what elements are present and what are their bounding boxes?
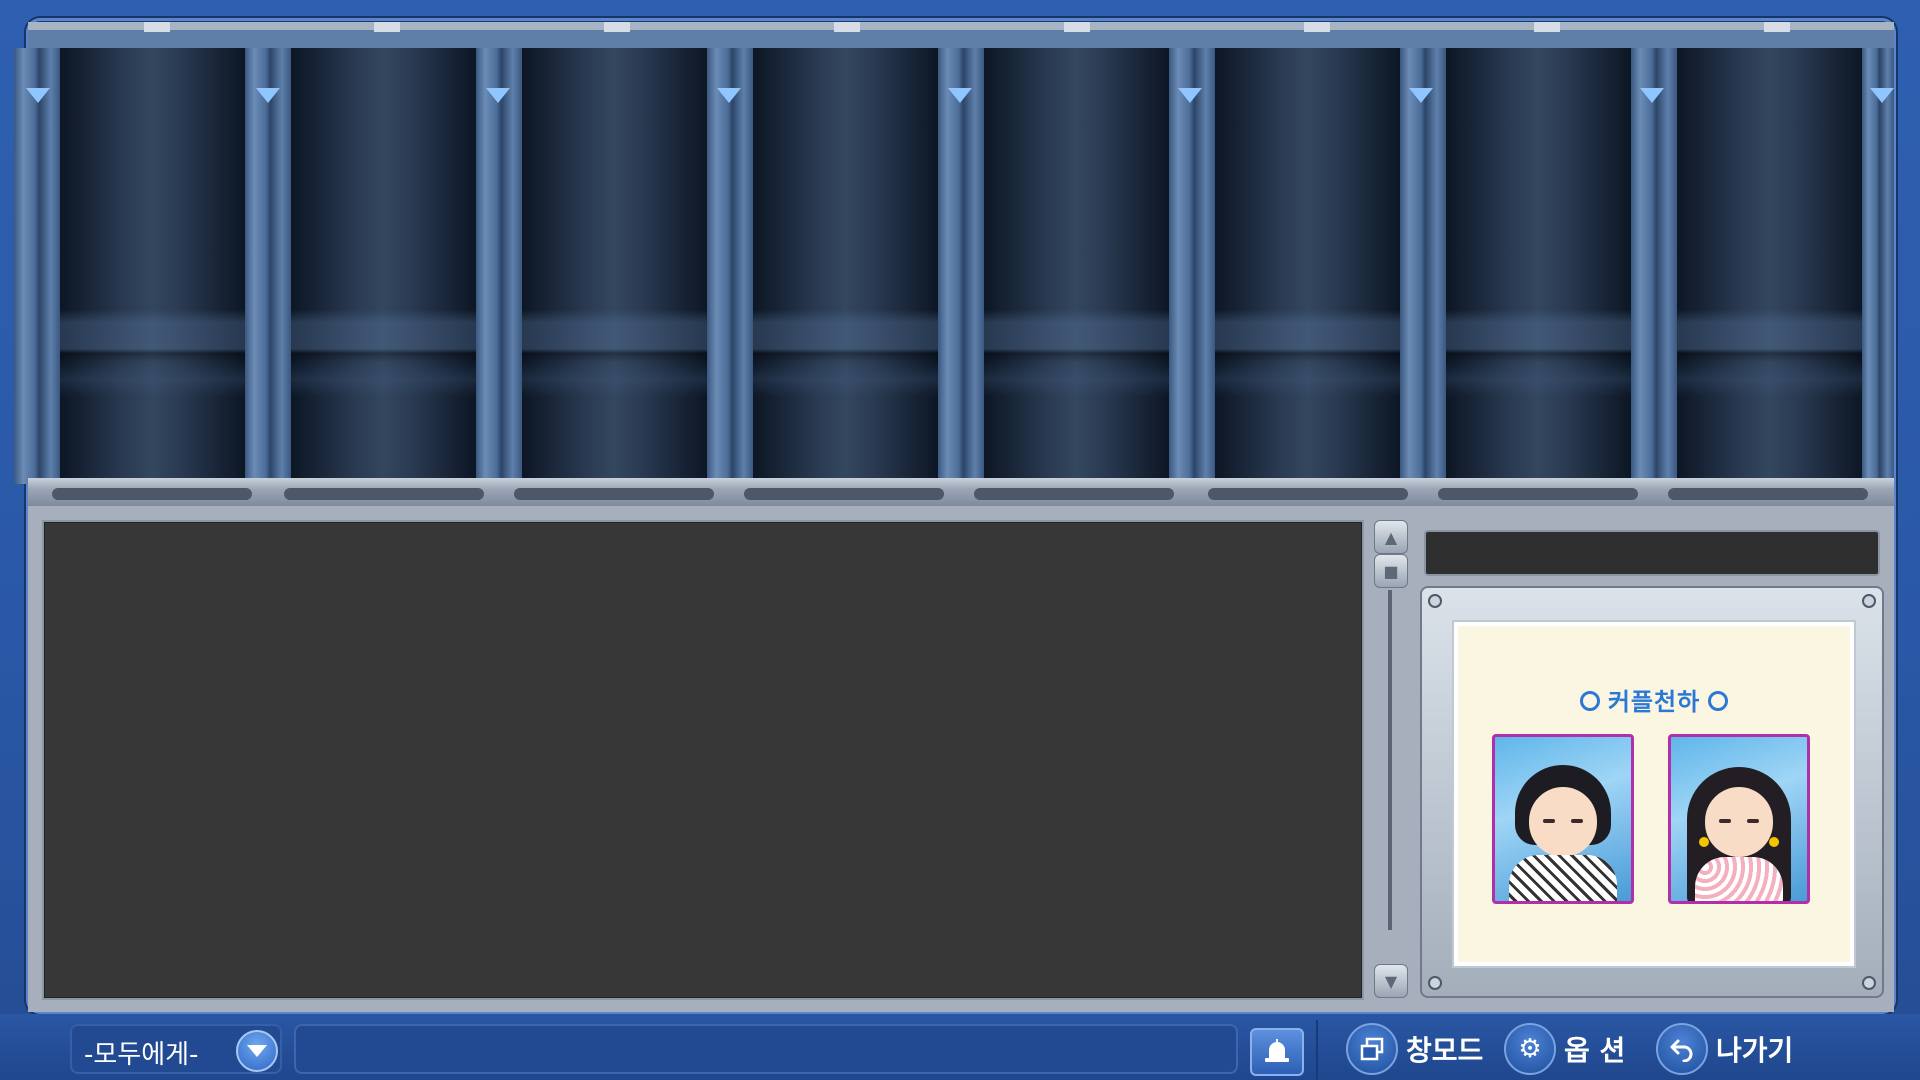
couple-title-row: 커플천하 [1458, 682, 1850, 717]
player-slot-8[interactable] [1677, 48, 1862, 484]
slot-divider [1169, 48, 1215, 484]
player-slots-panel [14, 22, 1894, 488]
frame-notch [1534, 22, 1560, 32]
back-arrow-icon [1656, 1023, 1708, 1075]
earring-icon [1699, 837, 1709, 847]
rail-segment [1438, 488, 1638, 500]
slot-arrow-icon [1409, 88, 1433, 103]
couple-card-frame: 커플천하 [1420, 586, 1884, 998]
chevron-down-icon[interactable] [236, 1030, 278, 1072]
window-mode-button[interactable]: 창모드 [1346, 1023, 1484, 1075]
bolt-icon [1428, 594, 1442, 608]
window-mode-label: 창모드 [1406, 1034, 1484, 1067]
slot-divider [245, 48, 291, 484]
options-label: 옵 션 [1564, 1034, 1626, 1067]
frame-notch [1764, 22, 1790, 32]
player-slot-7[interactable] [1446, 48, 1631, 484]
slot-divider [1631, 48, 1677, 484]
alert-button[interactable] [1250, 1028, 1304, 1076]
scroll-thumb[interactable]: ■ [1374, 554, 1408, 588]
slot-arrow-icon [256, 88, 280, 103]
player-slot-6[interactable] [1215, 48, 1400, 484]
avatar-eye [1747, 819, 1759, 823]
target-dot-icon [1708, 691, 1729, 711]
avatar-eye [1719, 819, 1731, 823]
slot-rail [28, 478, 1894, 506]
avatar-eye [1543, 819, 1555, 823]
slot-divider [1862, 48, 1894, 484]
avatar-dress [1695, 857, 1783, 901]
slot-arrow-icon [948, 88, 972, 103]
player-slot-4[interactable] [753, 48, 938, 484]
slot-divider [1400, 48, 1446, 484]
scroll-up-button[interactable]: ▲ [1374, 520, 1408, 554]
frame-notch [604, 22, 630, 32]
player-name-bar [1424, 530, 1880, 576]
chat-target-select[interactable]: -모두에게- [70, 1024, 282, 1074]
target-dot-icon [1579, 691, 1600, 711]
female-avatar[interactable] [1668, 734, 1810, 904]
avatar-eye [1571, 819, 1583, 823]
rail-segment [514, 488, 714, 500]
exit-button[interactable]: 나가기 [1656, 1023, 1794, 1075]
slot-divider [14, 48, 60, 484]
chat-scrollbar[interactable]: ▲ ■ ▼ [1372, 520, 1408, 998]
slot-arrow-icon [717, 88, 741, 103]
chat-target-label: -모두에게- [84, 1040, 199, 1070]
rail-segment [52, 488, 252, 500]
couple-card: 커플천하 [1454, 622, 1854, 966]
frame-notch [1304, 22, 1330, 32]
player-slot-5[interactable] [984, 48, 1169, 484]
frame-notch [1064, 22, 1090, 32]
slot-divider [476, 48, 522, 484]
avatar-face [1705, 787, 1773, 857]
bottom-divider [1316, 1020, 1318, 1080]
couple-title: 커플천하 [1607, 688, 1701, 716]
slot-arrow-icon [1870, 88, 1894, 103]
chat-log[interactable] [42, 520, 1364, 1000]
rail-segment [1668, 488, 1868, 500]
player-slot-1[interactable] [60, 48, 245, 484]
scroll-down-button[interactable]: ▼ [1374, 964, 1408, 998]
chat-input[interactable] [294, 1024, 1238, 1074]
bolt-icon [1862, 594, 1876, 608]
rail-segment [744, 488, 944, 500]
gear-icon: ⚙ [1504, 1023, 1556, 1075]
frame-notch [144, 22, 170, 32]
bolt-icon [1428, 976, 1442, 990]
rail-segment [974, 488, 1174, 500]
rail-segment [1208, 488, 1408, 500]
window-icon [1346, 1023, 1398, 1075]
avatar-shirt [1509, 855, 1617, 901]
slot-arrow-icon [26, 88, 50, 103]
slot-arrow-icon [486, 88, 510, 103]
scroll-line [1388, 590, 1392, 930]
avatar-face [1529, 787, 1597, 857]
exit-label: 나가기 [1716, 1034, 1794, 1067]
frame-notch [374, 22, 400, 32]
slot-divider [707, 48, 753, 484]
frame-notch [834, 22, 860, 32]
slot-arrow-icon [1178, 88, 1202, 103]
male-avatar[interactable] [1492, 734, 1634, 904]
slot-divider [938, 48, 984, 484]
rail-segment [284, 488, 484, 500]
player-slot-2[interactable] [291, 48, 476, 484]
player-slot-3[interactable] [522, 48, 707, 484]
slot-arrow-icon [1640, 88, 1664, 103]
options-button[interactable]: ⚙ 옵 션 [1504, 1023, 1626, 1075]
bell-icon [1265, 1039, 1289, 1062]
bolt-icon [1862, 976, 1876, 990]
earring-icon [1769, 837, 1779, 847]
